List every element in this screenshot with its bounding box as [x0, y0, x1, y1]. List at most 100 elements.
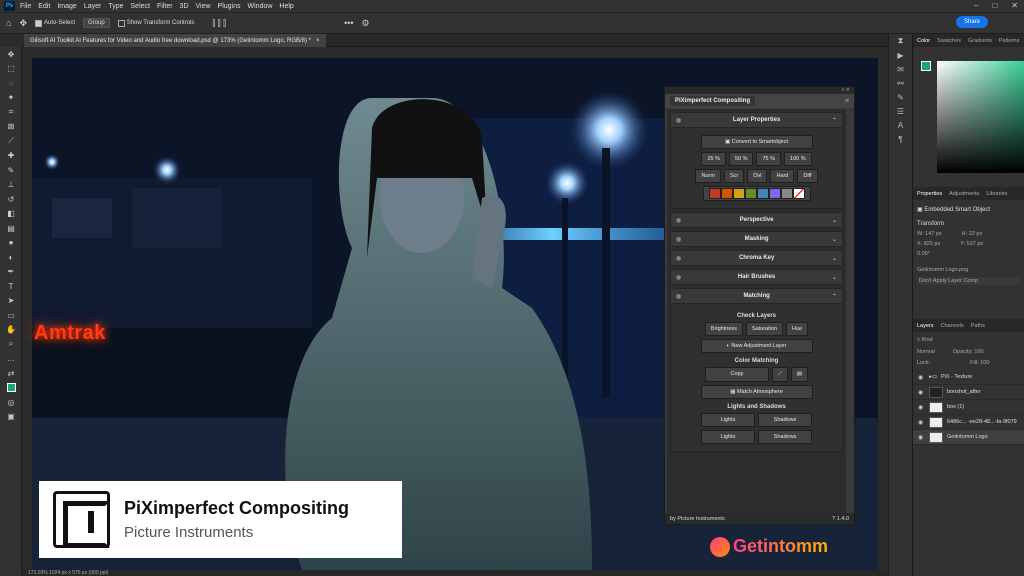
- angle-field[interactable]: 0.00°: [913, 251, 1024, 257]
- adjust-icon[interactable]: ⚯: [889, 76, 912, 90]
- opacity-100-button[interactable]: 100 %: [784, 152, 812, 166]
- tab-properties[interactable]: Properties: [917, 191, 942, 197]
- menu-select[interactable]: Select: [131, 3, 150, 10]
- eye-icon[interactable]: ◉: [676, 117, 681, 124]
- tab-paths[interactable]: Paths: [971, 323, 985, 329]
- shape-tool-icon[interactable]: ▭: [0, 308, 22, 323]
- share-button[interactable]: Share: [955, 16, 988, 28]
- eyedropper-icon[interactable]: ⟋: [0, 134, 22, 149]
- color-swatch-violet[interactable]: [768, 188, 781, 199]
- gear-icon[interactable]: ⚙: [362, 18, 370, 29]
- document-tab[interactable]: Gilisoft AI Toolkit AI Features for Vide…: [24, 34, 326, 47]
- path-select-icon[interactable]: ➤: [0, 294, 22, 309]
- menu-image[interactable]: Image: [57, 3, 76, 10]
- menu-type[interactable]: Type: [108, 3, 123, 10]
- screen-mode-icon[interactable]: ▣: [0, 410, 22, 425]
- opacity-field[interactable]: Opacity: 100: [953, 349, 984, 355]
- move-tool-icon[interactable]: ✥: [19, 18, 27, 29]
- pen-tool-icon[interactable]: ✒: [0, 265, 22, 280]
- chevron-down-icon[interactable]: ⌄: [832, 274, 837, 281]
- hand-tool-icon[interactable]: ✋: [0, 323, 22, 338]
- color-field[interactable]: [937, 61, 1024, 173]
- zoom-tool-icon[interactable]: ⌕: [0, 337, 22, 352]
- color-swatch-red[interactable]: [708, 188, 721, 199]
- copy-button[interactable]: Copy: [704, 367, 769, 382]
- tab-patterns[interactable]: Patterns: [999, 38, 1019, 44]
- fill-field[interactable]: Fill: 100: [970, 360, 989, 366]
- history-icon[interactable]: ⧗: [889, 34, 912, 48]
- show-transform-checkbox[interactable]: Show Transform Controls: [117, 19, 194, 27]
- color-swatch-green[interactable]: [744, 188, 757, 199]
- character-icon[interactable]: A: [889, 118, 912, 132]
- chevron-down-icon[interactable]: ⌄: [832, 217, 837, 224]
- y-field[interactable]: Y: 537 px: [960, 241, 983, 247]
- maximize-icon[interactable]: □: [992, 1, 997, 10]
- brush-settings-icon[interactable]: ✎: [889, 90, 912, 104]
- check-hue-button[interactable]: Hue: [785, 322, 809, 336]
- check-brightness-button[interactable]: Brightness: [704, 322, 743, 336]
- color-swatch-icon[interactable]: [0, 381, 22, 396]
- tab-adjustments[interactable]: Adjustments: [949, 191, 979, 197]
- tab-swatches[interactable]: Swatches: [937, 38, 961, 44]
- lights-button[interactable]: Lights: [701, 430, 755, 444]
- layer-row[interactable]: ◉ ▸▭ PiX - Texture: [913, 370, 1024, 385]
- eye-icon[interactable]: ◉: [918, 389, 925, 396]
- layer-filter-kind[interactable]: ⌕ Kind: [913, 337, 1024, 344]
- section-matching[interactable]: ◉ Matching ⌃: [670, 288, 843, 304]
- help-icon[interactable]: ?: [832, 516, 835, 522]
- paragraph-icon[interactable]: ¶: [889, 132, 912, 146]
- healing-brush-icon[interactable]: ✚: [0, 149, 22, 164]
- menu-help[interactable]: Help: [279, 3, 293, 10]
- blur-tool-icon[interactable]: ●: [0, 236, 22, 251]
- layer-row[interactable]: ◉ bonshot_after: [913, 385, 1024, 400]
- opacity-50-button[interactable]: 50 %: [728, 152, 754, 166]
- blend-hard-button[interactable]: Hard: [770, 169, 795, 183]
- more-tools-icon[interactable]: …: [0, 352, 22, 367]
- eye-icon[interactable]: ◉: [918, 374, 925, 381]
- blend-mode-select[interactable]: Normal: [917, 349, 935, 355]
- color-swatch-gray[interactable]: [780, 188, 793, 199]
- eye-icon[interactable]: ◉: [918, 419, 925, 426]
- group-select[interactable]: Group: [83, 18, 110, 28]
- apply-color-icon[interactable]: ▤: [790, 367, 809, 382]
- frame-tool-icon[interactable]: ⊠: [0, 120, 22, 135]
- stamp-tool-icon[interactable]: ⊥: [0, 178, 22, 193]
- more-options-icon[interactable]: •••: [344, 18, 353, 28]
- auto-select-checkbox[interactable]: Auto-Select: [34, 19, 75, 27]
- home-icon[interactable]: ⌂: [6, 18, 11, 28]
- color-swatch-yellow[interactable]: [732, 188, 745, 199]
- marquee-tool-icon[interactable]: ⬚: [0, 62, 22, 77]
- height-field[interactable]: H: 22 px: [962, 231, 982, 237]
- color-swatch-blue[interactable]: [756, 188, 769, 199]
- tab-gradients[interactable]: Gradients: [968, 38, 992, 44]
- menu-file[interactable]: File: [20, 3, 31, 10]
- menu-view[interactable]: View: [196, 3, 211, 10]
- shadows-button[interactable]: Shadows: [758, 430, 812, 444]
- chevron-up-icon[interactable]: ⌃: [832, 117, 837, 124]
- sliders-icon[interactable]: ☰: [889, 104, 912, 118]
- opacity-25-button[interactable]: 25 %: [701, 152, 726, 166]
- type-tool-icon[interactable]: T: [0, 279, 22, 294]
- tab-libraries[interactable]: Libraries: [986, 191, 1007, 197]
- eye-icon[interactable]: ◉: [676, 236, 681, 243]
- chevron-up-icon[interactable]: ⌃: [832, 293, 837, 300]
- minimize-icon[interactable]: –: [974, 1, 978, 10]
- tab-layers[interactable]: Layers: [917, 323, 934, 329]
- lasso-tool-icon[interactable]: ◌: [0, 76, 22, 91]
- foreground-color-swatch[interactable]: [921, 61, 931, 71]
- eyedropper-icon[interactable]: ⟋: [771, 367, 788, 382]
- quick-mask-icon[interactable]: ◎: [0, 395, 22, 410]
- gradient-tool-icon[interactable]: ▤: [0, 221, 22, 236]
- tab-color[interactable]: Color: [917, 38, 930, 44]
- section-masking[interactable]: ◉ Masking ⌄: [670, 231, 843, 247]
- layer-row[interactable]: ◉ box (1): [913, 400, 1024, 415]
- menu-filter[interactable]: Filter: [157, 3, 173, 10]
- plugin-tab[interactable]: PiXimperfect Compositing: [670, 96, 756, 106]
- blend-normal-button[interactable]: Norm: [695, 169, 721, 183]
- brush-tool-icon[interactable]: ✎: [0, 163, 22, 178]
- opacity-75-button[interactable]: 75 %: [756, 152, 782, 166]
- eraser-tool-icon[interactable]: ◧: [0, 207, 22, 222]
- swap-colors-icon[interactable]: ⇄: [0, 366, 22, 381]
- convert-smartobject-button[interactable]: ▣ Convert to Smartobject: [700, 135, 813, 149]
- magic-wand-icon[interactable]: ✦: [0, 91, 22, 106]
